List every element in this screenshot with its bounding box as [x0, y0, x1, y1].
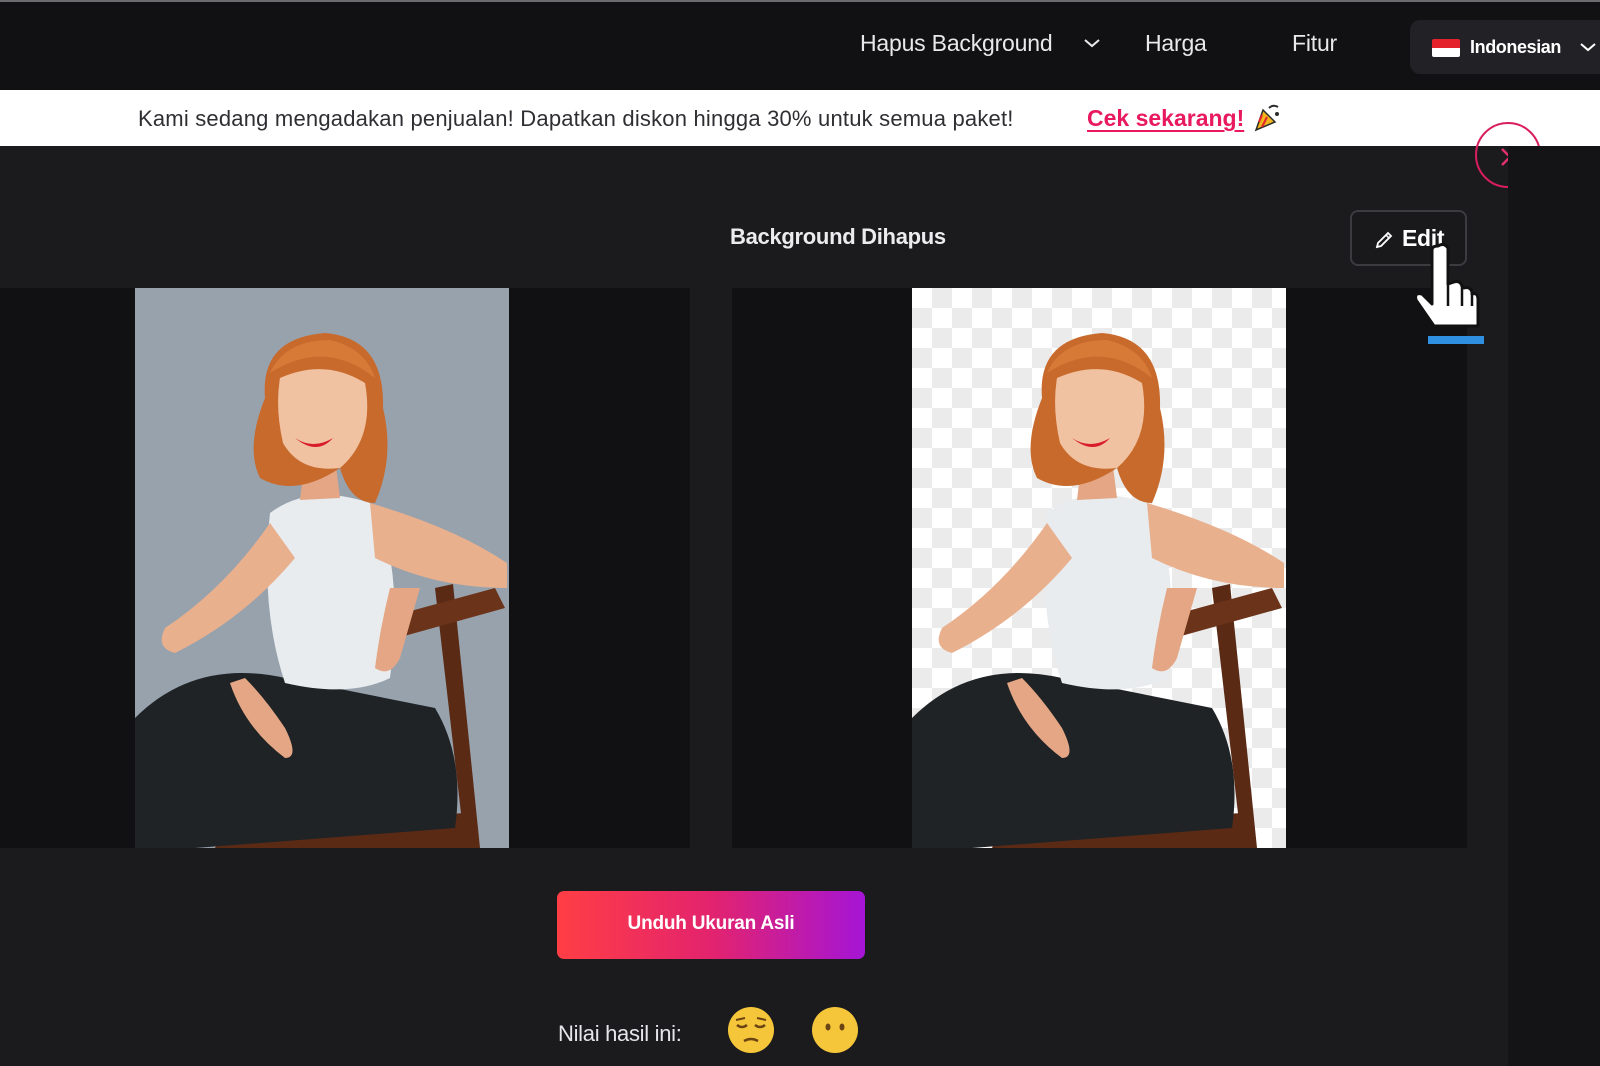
right-gutter: [1508, 146, 1600, 1066]
background-removed-photo: [912, 288, 1286, 848]
download-original-size-button[interactable]: Unduh Ukuran Asli: [557, 891, 865, 959]
woman-on-chair-illustration: [135, 333, 507, 848]
cursor-highlight-bar: [1428, 336, 1484, 344]
party-popper-icon: [1254, 104, 1279, 132]
promo-text: Kami sedang mengadakan penjualan! Dapatk…: [138, 106, 1014, 131]
original-photo: [135, 288, 509, 848]
app-window: Hapus Background Harga Fitur Indonesian …: [0, 0, 1600, 1066]
nav-pricing[interactable]: Harga: [1145, 30, 1207, 57]
result-title: Background Dihapus: [730, 224, 946, 249]
chevron-down-icon: [1084, 39, 1100, 48]
chevron-down-icon: [1580, 43, 1596, 52]
pencil-icon: [1375, 231, 1393, 249]
hand-pointer-cursor-icon: [1414, 242, 1480, 328]
nav-remove-background[interactable]: Hapus Background: [860, 30, 1100, 57]
face-without-mouth-icon[interactable]: [810, 1005, 860, 1055]
promo-link[interactable]: Cek sekarang!: [1087, 105, 1244, 132]
indonesia-flag-icon: [1432, 39, 1460, 57]
language-label: Indonesian: [1470, 37, 1562, 57]
language-selector[interactable]: Indonesian: [1410, 20, 1600, 74]
woman-on-chair-cutout: [912, 333, 1284, 848]
top-navigation: Hapus Background Harga Fitur Indonesian: [0, 0, 1600, 90]
relieved-face-icon[interactable]: [726, 1005, 776, 1055]
rating-label: Nilai hasil ini:: [558, 1021, 682, 1046]
promo-banner: Kami sedang mengadakan penjualan! Dapatk…: [0, 90, 1600, 146]
download-label: Unduh Ukuran Asli: [627, 913, 795, 934]
nav-remove-background-label: Hapus Background: [860, 30, 1053, 56]
nav-features[interactable]: Fitur: [1292, 30, 1337, 57]
